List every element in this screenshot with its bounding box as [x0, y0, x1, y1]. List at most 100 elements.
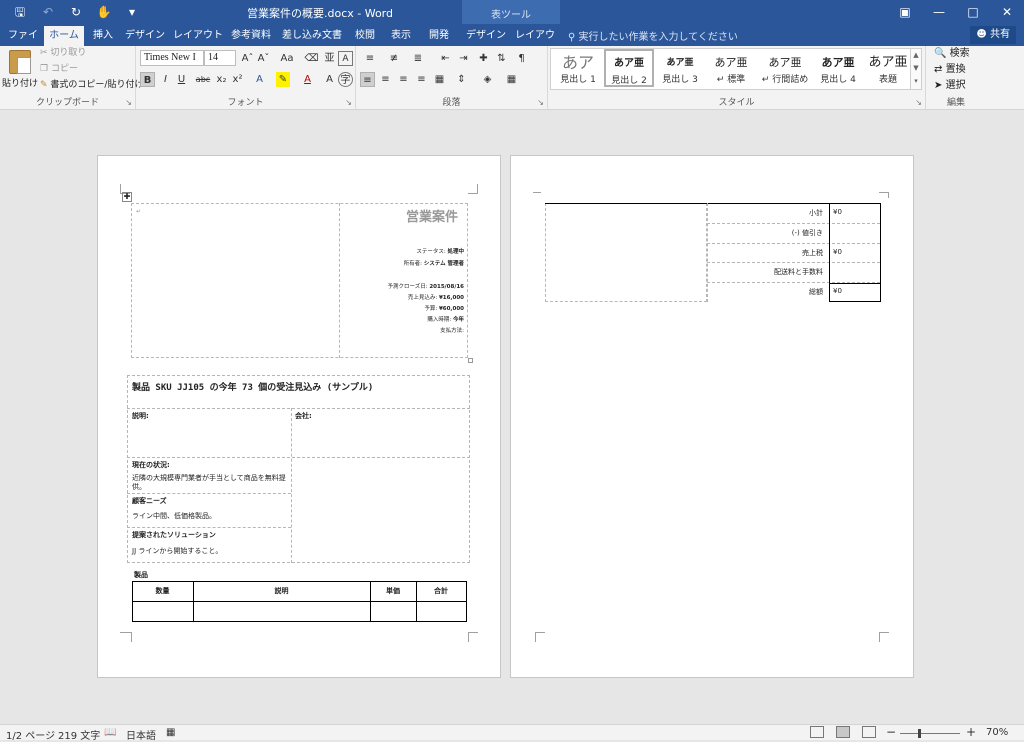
print-layout-icon[interactable] — [836, 726, 850, 738]
select-button[interactable]: ➤ 選択 — [934, 78, 966, 94]
styles-launcher-icon[interactable]: ↘ — [915, 98, 922, 107]
cut-button[interactable]: ✂ 切り取り — [40, 46, 86, 61]
style-title[interactable]: あア亜 表題 — [863, 50, 913, 88]
strikethrough-icon[interactable]: abc — [194, 72, 212, 87]
tab-table-layout[interactable]: レイアウト — [512, 26, 558, 61]
zoom-slider[interactable] — [900, 733, 960, 734]
font-size-box[interactable]: 14 — [204, 50, 236, 66]
style-heading-1[interactable]: あア 見出し 1 — [553, 50, 603, 88]
read-mode-icon[interactable] — [810, 726, 824, 738]
tab-mailings[interactable]: 差し込み文書 — [276, 26, 348, 46]
asian-layout-icon[interactable]: ✚ — [476, 51, 491, 66]
bullets-icon[interactable]: ≡ — [360, 51, 380, 66]
products-col-unit-price: 単価 — [386, 587, 400, 595]
clipboard-launcher-icon[interactable]: ↘ — [125, 98, 132, 107]
increase-indent-icon[interactable]: ⇥ — [456, 51, 471, 66]
style-normal[interactable]: あア亜 ↵ 標準 — [706, 50, 756, 88]
font-color-icon[interactable]: A — [300, 72, 315, 87]
style-heading-3[interactable]: あア亜 見出し 3 — [655, 50, 705, 88]
zoom-level[interactable]: 70% — [986, 727, 1008, 738]
style-sample: あア — [561, 53, 594, 72]
tab-file[interactable]: ファイル — [4, 26, 42, 61]
crop-mark — [879, 632, 889, 642]
document-workspace[interactable]: ✚ ↵ 営業案件 ステータス: 処理中 所有者: システム 管理者 予測クローズ… — [0, 110, 1024, 724]
replace-button[interactable]: ⇄ 置換 — [934, 62, 966, 78]
clear-format-icon[interactable]: ⌫ — [304, 51, 319, 66]
web-layout-icon[interactable] — [862, 726, 876, 738]
ribbon: 貼り付け ✂ 切り取り ❐ コピー ✎ 書式のコピー/貼り付け クリップボード … — [0, 46, 1024, 110]
styles-more-button[interactable]: ▲ ▼ ▾ — [910, 48, 922, 90]
tab-view[interactable]: 表示 — [386, 26, 416, 46]
char-border-icon[interactable]: A — [338, 51, 353, 66]
tab-design[interactable]: デザイン — [122, 26, 168, 46]
paragraph-mark: ↵ — [136, 208, 142, 215]
format-painter-button[interactable]: ✎ 書式のコピー/貼り付け — [40, 78, 143, 93]
multilevel-list-icon[interactable]: ≣ — [408, 51, 428, 66]
zoom-out-button[interactable]: − — [886, 725, 896, 739]
close-date-line: 予測クローズ日: 2015/08/16 — [348, 282, 464, 290]
editing-group-label: 編集 — [946, 98, 965, 108]
tell-me-search[interactable]: ⚲ 実行したい作業を入力してください — [568, 28, 738, 43]
copy-button[interactable]: ❐ コピー — [40, 62, 78, 77]
numbering-icon[interactable]: ≢ — [384, 51, 404, 66]
paste-button[interactable]: 貼り付け — [2, 48, 38, 96]
style-heading-4[interactable]: あア亜 見出し 4 — [813, 50, 863, 88]
align-left-icon[interactable]: ≡ — [360, 72, 375, 87]
decrease-indent-icon[interactable]: ⇤ — [438, 51, 453, 66]
find-button[interactable]: 🔍 検索 — [934, 46, 970, 62]
enclose-char-icon[interactable]: 字 — [338, 72, 353, 87]
align-center-icon[interactable]: ≡ — [378, 72, 393, 87]
char-shading-icon[interactable]: A — [322, 72, 337, 87]
font-launcher-icon[interactable]: ↘ — [345, 98, 352, 107]
tab-layout[interactable]: レイアウト — [170, 26, 226, 46]
style-no-spacing[interactable]: あア亜 ↵ 行間詰め — [757, 50, 813, 88]
proofing-icon[interactable]: 📖 — [104, 727, 116, 738]
shading-icon[interactable]: ◈ — [480, 72, 495, 87]
grow-font-icon[interactable]: Aˆ — [240, 51, 255, 66]
tab-review[interactable]: 校閲 — [350, 26, 380, 46]
underline-icon[interactable]: U — [174, 72, 189, 87]
replace-icon: ⇄ — [934, 64, 943, 75]
shrink-font-icon[interactable]: Aˇ — [256, 51, 271, 66]
justify-icon[interactable]: ≡ — [414, 72, 429, 87]
tab-references[interactable]: 参考資料 — [228, 26, 274, 46]
maximize-button[interactable]: □ — [956, 0, 990, 24]
line-spacing-icon[interactable]: ⇕ — [454, 72, 469, 87]
show-marks-icon[interactable]: ¶ — [514, 51, 529, 66]
distributed-icon[interactable]: ▦ — [432, 72, 447, 87]
macro-record-icon[interactable]: ▦ — [166, 727, 175, 738]
products-label: 製品 — [134, 571, 148, 579]
share-button[interactable]: ☻ 共有 — [970, 26, 1016, 44]
change-case-icon[interactable]: Aa — [276, 51, 298, 66]
owner-value: システム 管理者 — [423, 261, 464, 267]
tab-developer[interactable]: 開発 — [422, 26, 456, 46]
tab-table-design[interactable]: デザイン — [464, 26, 508, 46]
superscript-icon[interactable]: x² — [230, 72, 245, 87]
ribbon-display-icon[interactable]: ▣ — [888, 0, 922, 24]
align-right-icon[interactable]: ≡ — [396, 72, 411, 87]
italic-icon[interactable]: I — [158, 72, 173, 87]
paragraph-launcher-icon[interactable]: ↘ — [537, 98, 544, 107]
search-icon: 🔍 — [934, 48, 947, 59]
font-name-box[interactable]: Times New I — [140, 50, 204, 66]
clipboard-group-label: クリップボード — [35, 98, 99, 108]
page-2[interactable]: 小計 ¥0 (-) 値引き 売上税 ¥0 配送料と手数料 総額 ¥0 — [510, 155, 914, 678]
sort-icon[interactable]: ⇅ — [494, 51, 509, 66]
table-resize-handle[interactable] — [468, 358, 473, 363]
solution-text: JJ ラインから開始すること。 — [132, 547, 223, 555]
phonetic-guide-icon[interactable]: 亚 — [322, 51, 337, 66]
text-effects-icon[interactable]: A — [252, 72, 267, 87]
subscript-icon[interactable]: x₂ — [214, 72, 229, 87]
zoom-in-button[interactable]: + — [966, 725, 976, 739]
page-1[interactable]: ✚ ↵ 営業案件 ステータス: 処理中 所有者: システム 管理者 予測クローズ… — [97, 155, 501, 678]
borders-icon[interactable]: ▦ — [504, 72, 519, 87]
bold-icon[interactable]: B — [140, 72, 155, 87]
style-heading-2[interactable]: あア亜 見出し 2 — [604, 49, 654, 87]
tab-home[interactable]: ホーム — [44, 26, 84, 46]
zoom-slider-thumb[interactable] — [918, 729, 921, 738]
highlight-icon[interactable]: ✎ — [276, 72, 290, 87]
table-move-handle-icon[interactable]: ✚ — [122, 192, 132, 202]
tab-insert[interactable]: 挿入 — [86, 26, 120, 46]
minimize-button[interactable]: — — [922, 0, 956, 24]
close-button[interactable]: ✕ — [990, 0, 1024, 24]
